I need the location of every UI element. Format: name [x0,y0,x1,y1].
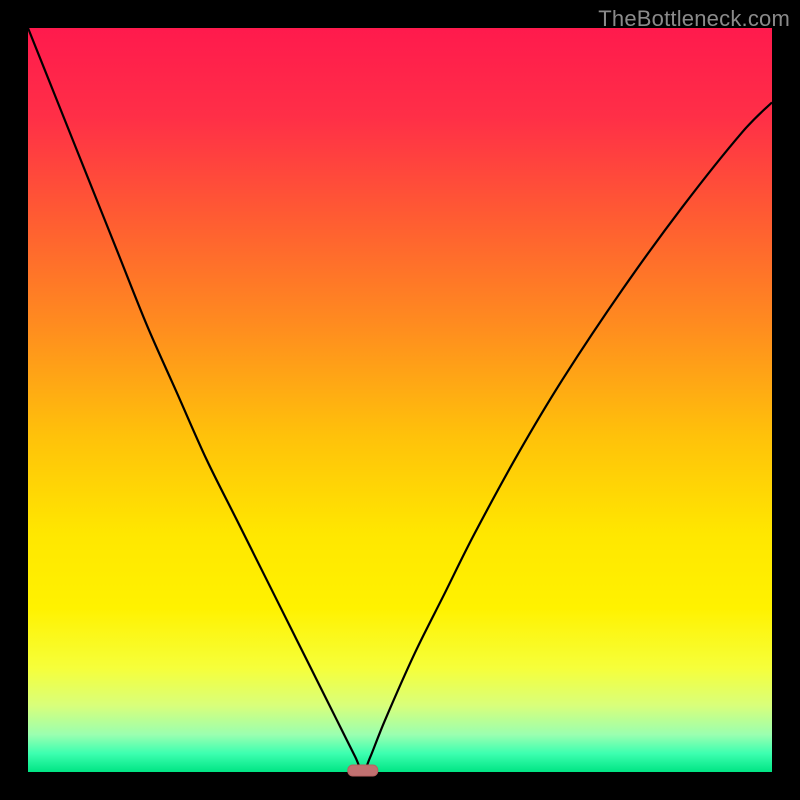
match-marker [348,765,378,776]
watermark-text: TheBottleneck.com [598,6,790,32]
bottleneck-chart [0,0,800,800]
plot-background [28,28,772,772]
chart-container: TheBottleneck.com [0,0,800,800]
